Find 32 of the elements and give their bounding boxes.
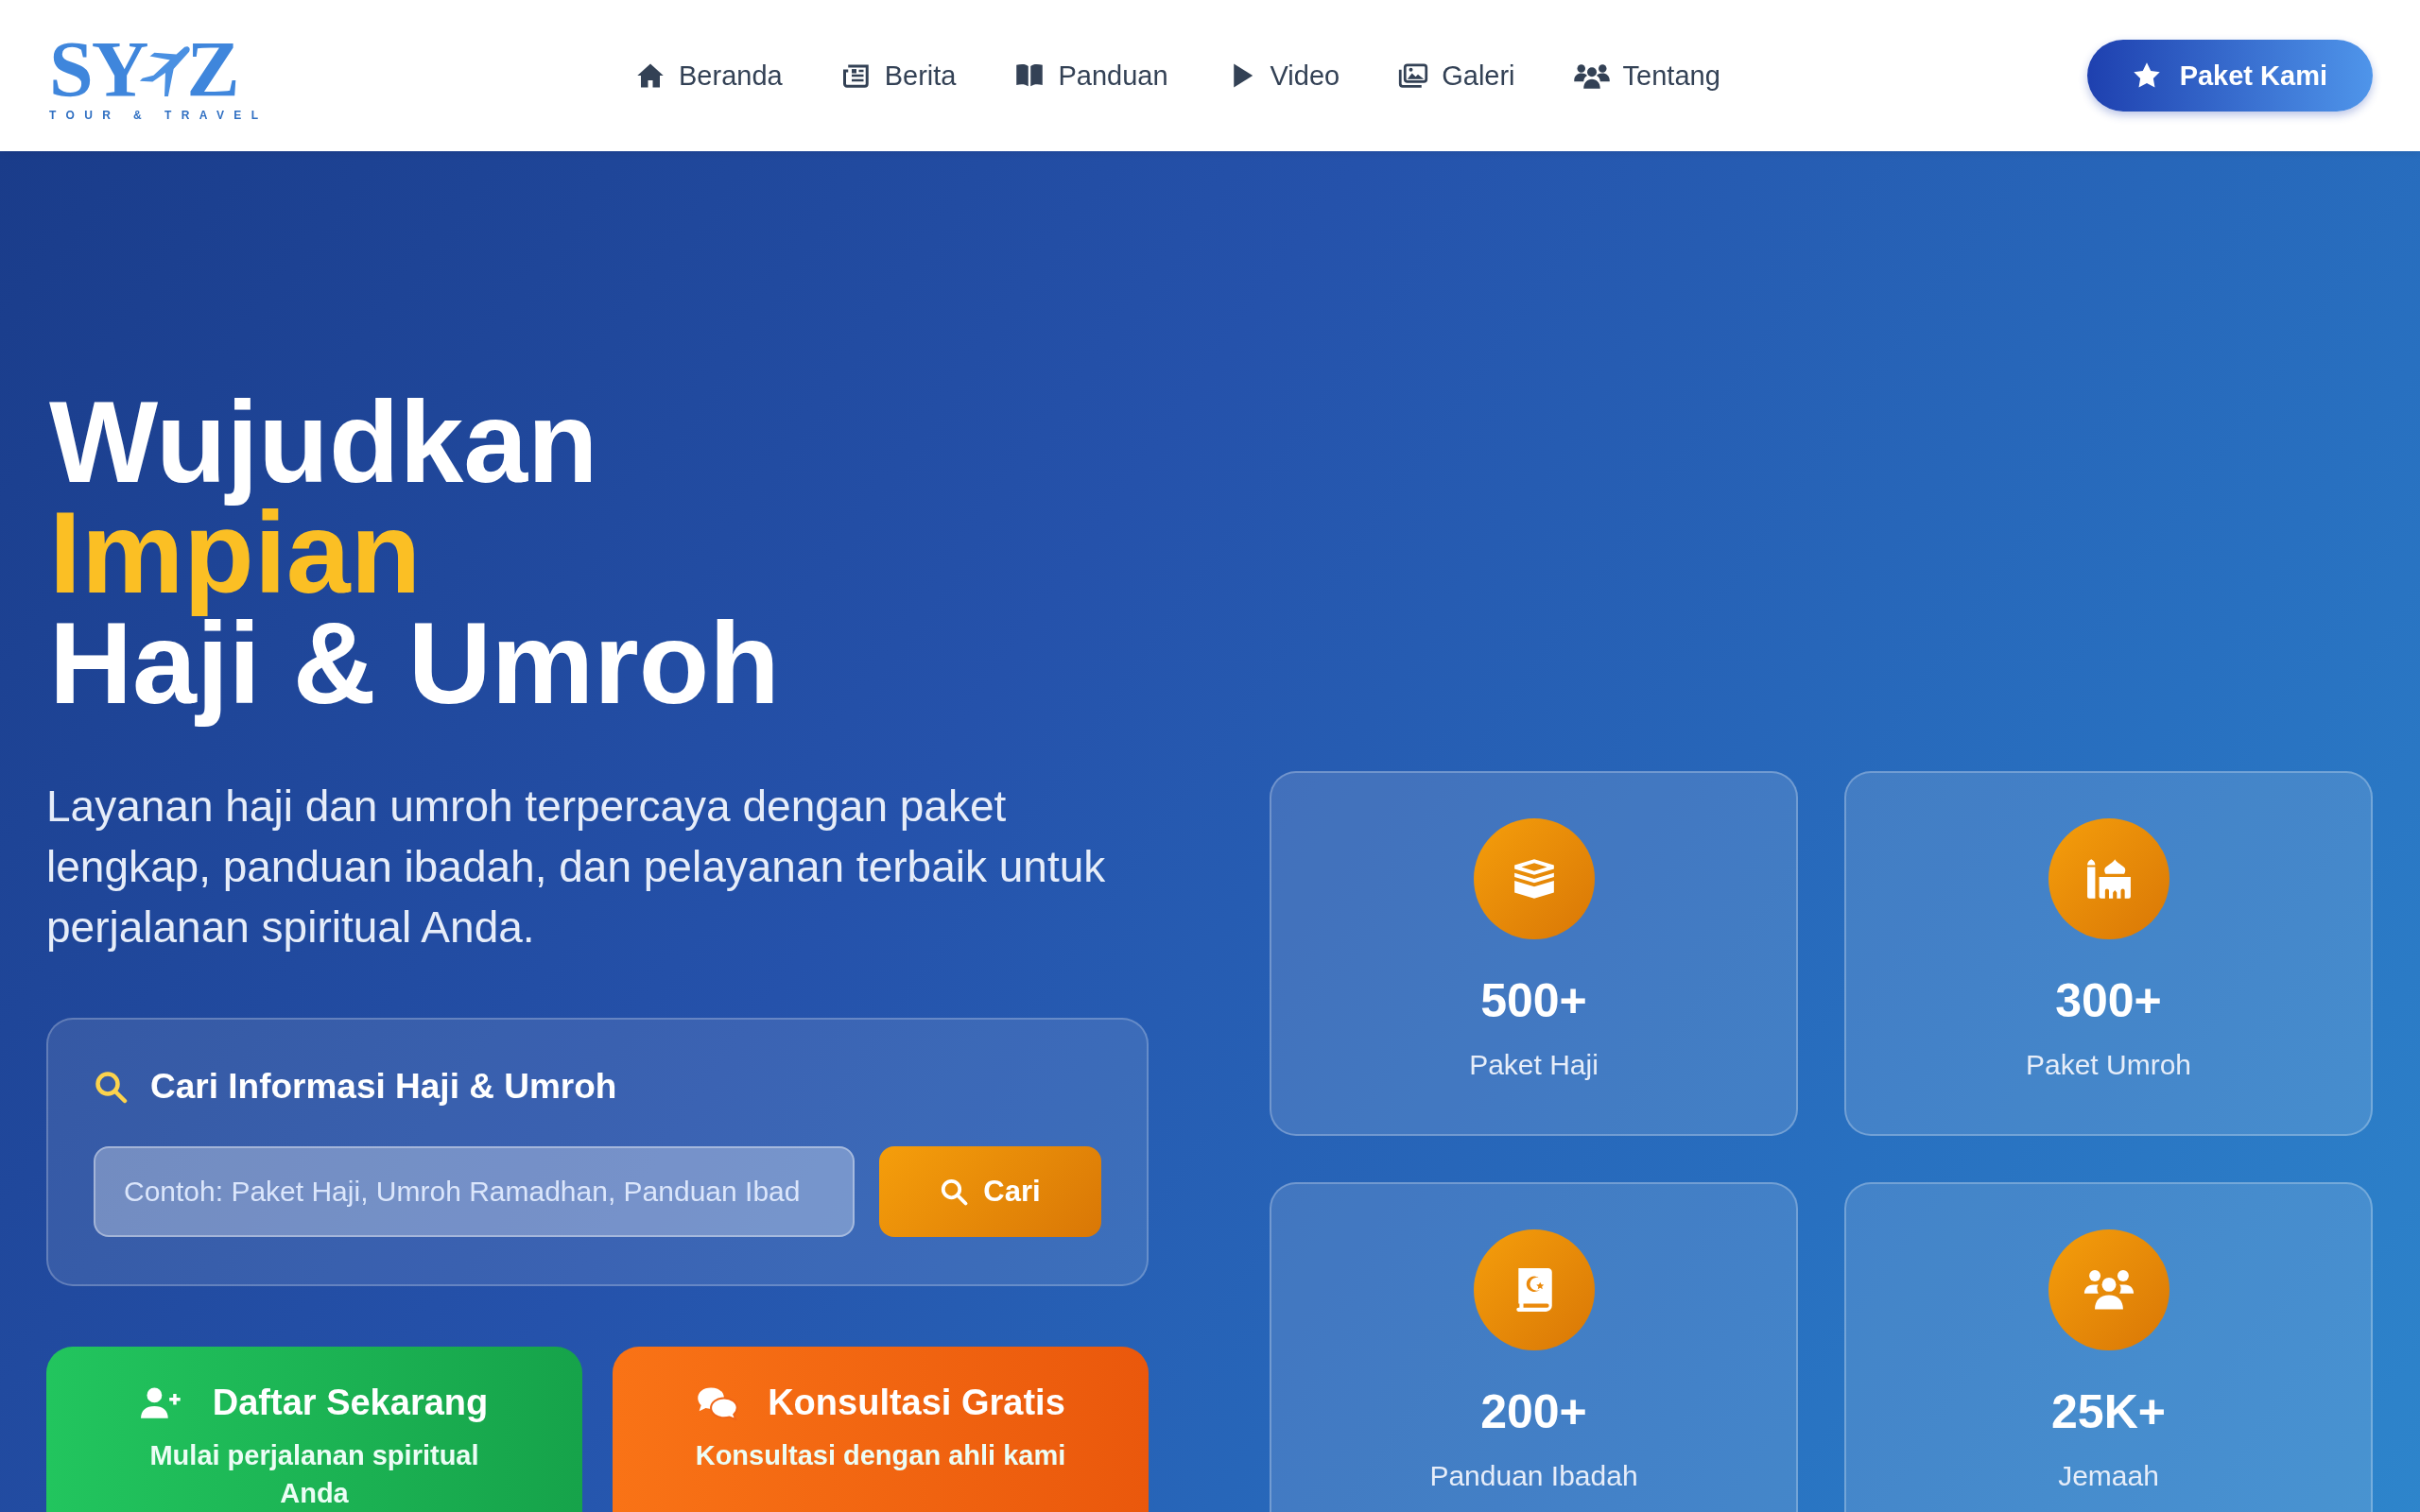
- action-title: Konsultasi Gratis: [768, 1383, 1065, 1423]
- nav-link[interactable]: Tentang: [1573, 60, 1720, 92]
- nav-link[interactable]: Beranda: [635, 60, 783, 92]
- action-subtitle: Mulai perjalanan spiritual Anda: [148, 1439, 480, 1510]
- logo-letters: SY: [49, 33, 147, 107]
- nav-link[interactable]: Galeri: [1398, 60, 1515, 92]
- action-subtitle: Konsultasi dengan ahli kami: [695, 1439, 1066, 1472]
- stat-label: Panduan Ibadah: [1429, 1460, 1638, 1492]
- nav-link[interactable]: Video: [1226, 60, 1340, 92]
- logo-tagline: TOUR & TRAVEL: [49, 109, 257, 122]
- stat-value: 500+: [1480, 973, 1587, 1028]
- nav-link[interactable]: Panduan: [1014, 60, 1168, 92]
- logo-letters: Z: [186, 33, 238, 107]
- stat-label: Paket Umroh: [2025, 1049, 2192, 1081]
- search-field[interactable]: Contoh: Paket Haji, Umroh Ramadhan, Panduan Ibad: [94, 1146, 855, 1237]
- stat-label: Jemaah: [2058, 1460, 2159, 1492]
- images-icon: [1398, 61, 1429, 90]
- search-icon: [94, 1070, 128, 1104]
- stat-value: 300+: [2055, 973, 2162, 1028]
- action-title: Daftar Sekarang: [212, 1383, 489, 1423]
- stat-value: 25K+: [2051, 1384, 2166, 1439]
- star-icon: [2132, 61, 2161, 90]
- hero-description: Layanan haji dan umroh terpercaya dengan paket lengkap, panduan ibadah, dan pelayanan terbaik untuk perjalanan spiritual Anda.: [46, 781, 1107, 954]
- stat-value: 200+: [1480, 1384, 1587, 1439]
- stat-label: Paket Haji: [1469, 1049, 1599, 1081]
- home-icon: [635, 61, 666, 90]
- users-icon: [1573, 61, 1610, 90]
- search-icon: [940, 1177, 969, 1206]
- chat-bubbles-icon: [696, 1385, 740, 1420]
- packages-button[interactable]: Paket Kami: [2086, 40, 2373, 112]
- search-title: Cari Informasi Haji & Umroh: [150, 1067, 617, 1107]
- nav-link[interactable]: Berita: [840, 60, 957, 92]
